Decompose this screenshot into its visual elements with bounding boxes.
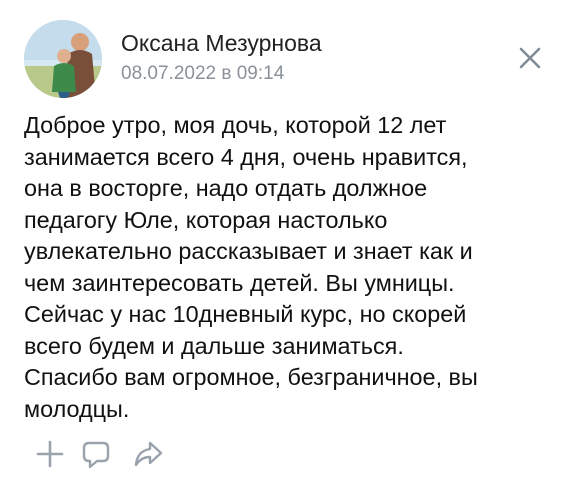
- close-button[interactable]: [516, 44, 544, 72]
- add-button[interactable]: [34, 438, 66, 470]
- plus-icon: [36, 440, 64, 468]
- post-text-line: Спасибо вам огромное, безграничное, вы: [24, 364, 478, 390]
- review-post: Оксана Мезурнова 08.07.2022 в 09:14 Добр…: [0, 0, 576, 484]
- post-text-line: занимается всего 4 дня, очень нравится,: [24, 143, 468, 170]
- share-button[interactable]: [132, 438, 164, 470]
- post-text-line: всего будем и дальше заниматься.: [24, 332, 404, 359]
- share-icon: [134, 441, 163, 467]
- author-name[interactable]: Оксана Мезурнова: [121, 30, 322, 57]
- post-text-line: педагогу Юле, которая настолько: [24, 206, 388, 233]
- post-date[interactable]: 08.07.2022 в 09:14: [121, 63, 284, 85]
- post-text-line: увлекательно рассказывает и знает как и: [24, 238, 473, 264]
- post-text-line: чем заинтересовать детей. Вы умницы.: [24, 269, 455, 296]
- post-text: Доброе утро, моя дочь, которой 12 лет за…: [24, 110, 554, 425]
- avatar[interactable]: [24, 20, 102, 98]
- post-text-line: она в восторге, надо отдать должное: [24, 175, 428, 201]
- post-text-line: Доброе утро, моя дочь, которой 12 лет: [24, 112, 447, 138]
- comment-button[interactable]: [80, 438, 112, 470]
- post-text-line: Сейчас у нас 10дневный курс, но скорей: [24, 301, 467, 327]
- avatar-photo: [24, 20, 102, 98]
- close-icon: [519, 47, 541, 69]
- comment-icon: [82, 441, 110, 469]
- post-text-line: молодцы.: [24, 395, 130, 422]
